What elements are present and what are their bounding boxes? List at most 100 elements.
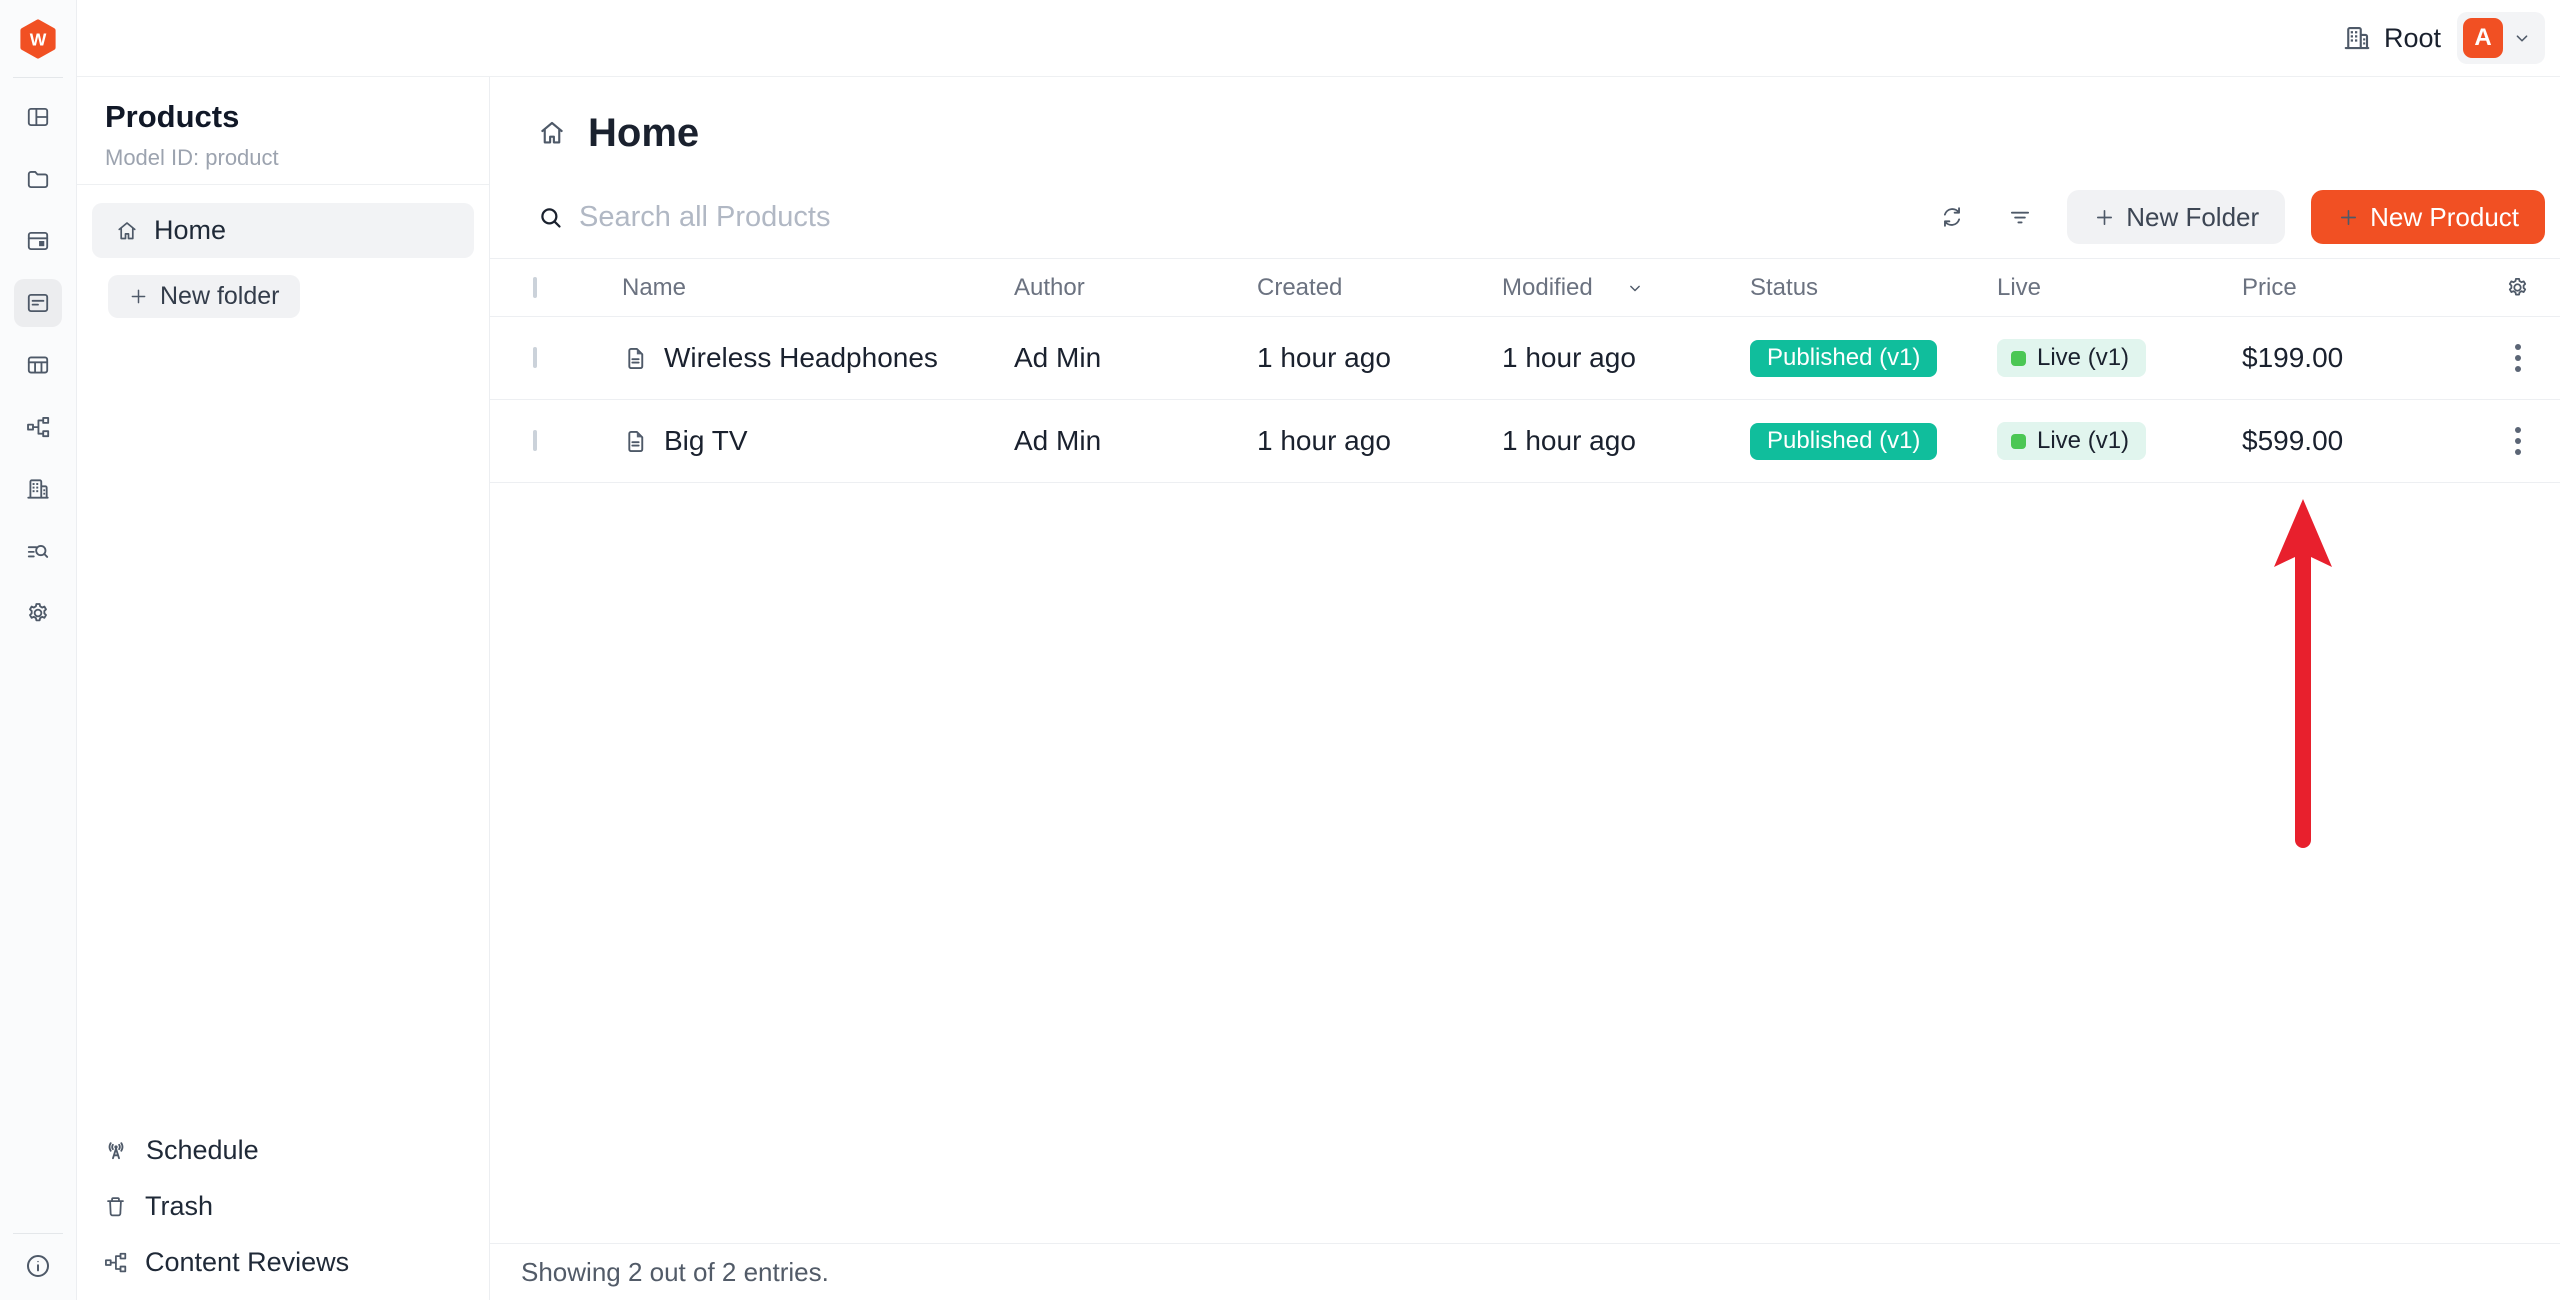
sidebar-item-home[interactable]: Home <box>92 203 474 258</box>
rail-item-tenants[interactable] <box>14 465 62 513</box>
info-button[interactable] <box>14 1246 62 1286</box>
product-name: Wireless Headphones <box>664 342 938 374</box>
rail-item-page-builder[interactable] <box>14 217 62 265</box>
column-header-name[interactable]: Name <box>622 274 1014 302</box>
column-header-live[interactable]: Live <box>1997 274 2242 302</box>
table-footer: Showing 2 out of 2 entries. <box>490 1243 2560 1300</box>
row-menu-button[interactable] <box>2505 417 2531 465</box>
new-folder-button-label: New Folder <box>2126 202 2259 233</box>
entries-count-text: Showing 2 out of 2 entries. <box>521 1257 829 1288</box>
product-created: 1 hour ago <box>1257 425 1502 457</box>
layout-dashboard-icon <box>25 104 51 130</box>
product-price: $199.00 <box>2242 342 2475 374</box>
rail-item-workflow[interactable] <box>14 403 62 451</box>
table-row[interactable]: Big TV Ad Min 1 hour ago 1 hour ago Publ… <box>490 400 2560 483</box>
column-header-created[interactable]: Created <box>1257 274 1502 302</box>
account-menu-button[interactable]: A <box>2457 12 2545 64</box>
table-row[interactable]: Wireless Headphones Ad Min 1 hour ago 1 … <box>490 317 2560 400</box>
new-folder-sidebar-button[interactable]: New folder <box>108 275 300 318</box>
row-checkbox[interactable] <box>533 430 537 451</box>
sidebar-item-trash[interactable]: Trash <box>103 1178 489 1234</box>
product-name: Big TV <box>664 425 748 457</box>
workflow-icon <box>103 1250 128 1275</box>
live-badge-label: Live (v1) <box>2037 427 2129 455</box>
rail-item-search-content[interactable] <box>14 527 62 575</box>
plus-icon <box>2093 206 2116 229</box>
breadcrumb-current-folder: Home <box>588 111 699 156</box>
rail-item-files[interactable] <box>14 155 62 203</box>
product-author: Ad Min <box>1014 425 1257 457</box>
filter-button[interactable] <box>1999 196 2041 238</box>
search-icon <box>537 204 564 231</box>
chevron-down-icon <box>2511 27 2533 49</box>
live-badge: Live (v1) <box>1997 339 2146 377</box>
main-content: Home New Folder <box>490 77 2560 1300</box>
plus-icon <box>128 286 149 307</box>
headless-cms-icon <box>25 290 51 316</box>
sidebar-item-schedule[interactable]: Schedule <box>103 1122 489 1178</box>
broadcast-icon <box>103 1137 129 1163</box>
new-product-button[interactable]: New Product <box>2311 190 2545 244</box>
annotation-arrow-up-icon <box>2273 499 2333 856</box>
rail-item-settings[interactable] <box>14 589 62 637</box>
page-title: Products <box>105 97 461 137</box>
product-modified: 1 hour ago <box>1502 342 1750 374</box>
column-header-price[interactable]: Price <box>2242 274 2475 302</box>
live-badge: Live (v1) <box>1997 422 2146 460</box>
live-dot-icon <box>2011 434 2026 449</box>
column-header-status[interactable]: Status <box>1750 274 1997 302</box>
row-checkbox[interactable] <box>533 347 537 368</box>
rail-item-headless-cms[interactable] <box>14 279 62 327</box>
tenant-label: Root <box>2384 23 2441 54</box>
tenant-selector[interactable]: Root <box>2342 23 2441 54</box>
tenant-building-icon <box>25 476 51 502</box>
search-content-icon <box>25 538 51 564</box>
refresh-button[interactable] <box>1931 196 1973 238</box>
column-header-author[interactable]: Author <box>1014 274 1257 302</box>
logo-wrap[interactable]: W <box>0 0 76 77</box>
table-settings-button[interactable] <box>2497 267 2538 308</box>
new-product-button-label: New Product <box>2370 202 2519 233</box>
rail-item-dashboard[interactable] <box>14 93 62 141</box>
search-box <box>537 201 1931 234</box>
filter-icon <box>2007 204 2033 230</box>
workflow-icon <box>25 414 51 440</box>
sidebar-item-trash-label: Trash <box>145 1191 213 1222</box>
row-menu-button[interactable] <box>2505 334 2531 382</box>
avatar: A <box>2463 18 2503 58</box>
home-icon <box>537 118 567 148</box>
document-icon <box>622 428 649 455</box>
product-author: Ad Min <box>1014 342 1257 374</box>
rail-bottom-divider <box>13 1233 63 1234</box>
column-header-modified-label: Modified <box>1502 274 1593 302</box>
page-builder-icon <box>25 228 51 254</box>
app-rail: W <box>0 0 77 1300</box>
panel-header: Products Model ID: product <box>77 77 489 185</box>
status-badge: Published (v1) <box>1750 340 1937 377</box>
plus-icon <box>2337 206 2360 229</box>
model-id-subtitle: Model ID: product <box>105 144 461 172</box>
rail-item-table[interactable] <box>14 341 62 389</box>
product-created: 1 hour ago <box>1257 342 1502 374</box>
search-input[interactable] <box>579 201 1279 234</box>
live-dot-icon <box>2011 351 2026 366</box>
sidebar-item-content-reviews[interactable]: Content Reviews <box>103 1234 489 1290</box>
new-folder-button[interactable]: New Folder <box>2067 190 2285 244</box>
sidebar-item-schedule-label: Schedule <box>146 1135 259 1166</box>
webiny-logo-icon: W <box>18 19 58 59</box>
sort-chevron-down-icon[interactable] <box>1625 278 1645 298</box>
trash-icon <box>103 1194 128 1219</box>
topbar: Root A <box>77 0 2560 77</box>
svg-text:W: W <box>30 29 47 49</box>
sidebar-panel: Products Model ID: product Home New fold… <box>77 77 490 1300</box>
refresh-icon <box>1939 204 1965 230</box>
folder-icon <box>25 166 51 192</box>
status-badge: Published (v1) <box>1750 423 1937 460</box>
settings-gear-icon <box>2505 275 2530 300</box>
select-all-checkbox[interactable] <box>533 277 537 298</box>
building-icon <box>2342 23 2372 53</box>
document-icon <box>622 345 649 372</box>
new-folder-sidebar-label: New folder <box>160 282 280 311</box>
column-header-modified[interactable]: Modified <box>1502 274 1750 302</box>
settings-gear-icon <box>25 600 51 626</box>
